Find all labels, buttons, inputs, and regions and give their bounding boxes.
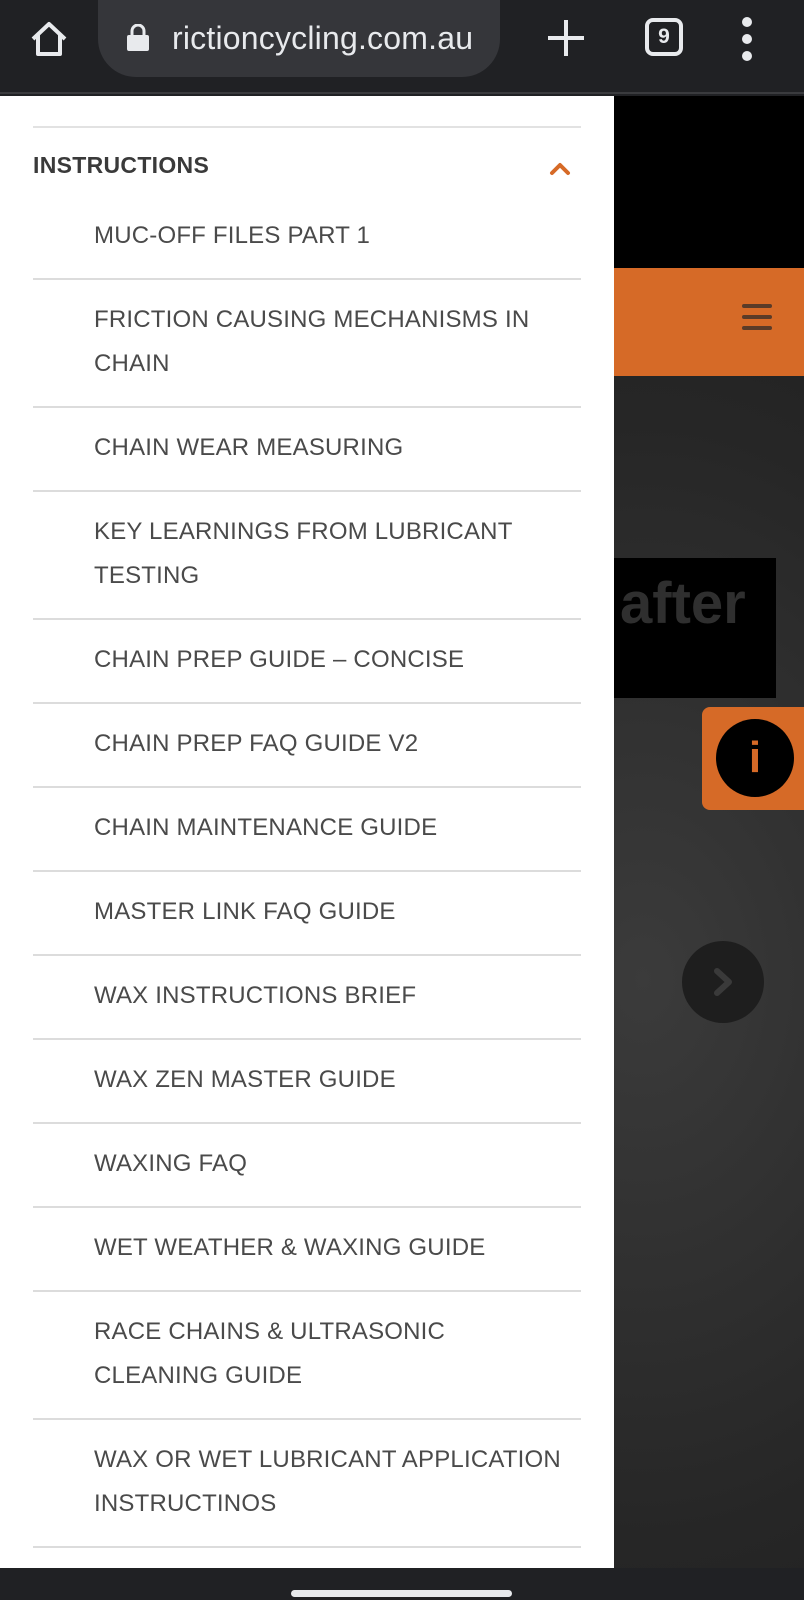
home-icon bbox=[31, 22, 67, 56]
home-gesture-handle[interactable] bbox=[291, 1590, 512, 1597]
menu-item-master-link-faq[interactable]: MASTER LINK FAQ GUIDE bbox=[33, 872, 581, 956]
menu-item-wax-or-wet-application[interactable]: WAX OR WET LUBRICANT APPLICATION INSTRUC… bbox=[33, 1420, 581, 1548]
home-button[interactable] bbox=[24, 14, 74, 64]
chevron-right-icon bbox=[714, 968, 732, 996]
info-icon: i bbox=[716, 719, 794, 797]
more-vert-icon[interactable] bbox=[732, 16, 762, 62]
tab-switcher-button[interactable]: 9 bbox=[645, 18, 683, 56]
menu-item-chain-prep-concise[interactable]: CHAIN PREP GUIDE – CONCISE bbox=[33, 620, 581, 704]
menu-item-waxing-faq[interactable]: WAXING FAQ bbox=[33, 1124, 581, 1208]
menu-item-key-learnings[interactable]: KEY LEARNINGS FROM LUBRICANT TESTING bbox=[33, 492, 581, 620]
divider bbox=[33, 126, 581, 128]
chevron-up-icon bbox=[550, 163, 570, 175]
menu-item-chain-prep-faq[interactable]: CHAIN PREP FAQ GUIDE V2 bbox=[33, 704, 581, 788]
slider-next-button[interactable] bbox=[682, 941, 764, 1023]
section-title: INSTRUCTIONS bbox=[33, 152, 210, 178]
menu-item-wet-weather-waxing[interactable]: WET WEATHER & WAXING GUIDE bbox=[33, 1208, 581, 1292]
menu-item-muc-off-files[interactable]: MUC-OFF FILES PART 1 bbox=[33, 214, 581, 280]
menu-item-race-chains-ultrasonic[interactable]: RACE CHAINS & ULTRASONIC CLEANING GUIDE bbox=[33, 1292, 581, 1420]
instructions-menu: MUC-OFF FILES PART 1 FRICTION CAUSING ME… bbox=[33, 214, 581, 1548]
info-button[interactable]: i bbox=[702, 707, 804, 810]
menu-item-wax-zen-master[interactable]: WAX ZEN MASTER GUIDE bbox=[33, 1040, 581, 1124]
menu-item-friction-mechanisms[interactable]: FRICTION CAUSING MECHANISMS IN CHAIN bbox=[33, 280, 581, 408]
gesture-bar bbox=[0, 1568, 804, 1600]
address-bar[interactable]: rictioncycling.com.au bbox=[98, 0, 500, 77]
menu-item-wax-instructions-brief[interactable]: WAX INSTRUCTIONS BRIEF bbox=[33, 956, 581, 1040]
browser-toolbar: rictioncycling.com.au 9 bbox=[0, 0, 804, 94]
hamburger-icon[interactable] bbox=[742, 304, 772, 330]
menu-item-chain-wear-measuring[interactable]: CHAIN WEAR MEASURING bbox=[33, 408, 581, 492]
lock-icon bbox=[127, 24, 149, 51]
menu-item-chain-maintenance[interactable]: CHAIN MAINTENANCE GUIDE bbox=[33, 788, 581, 872]
new-tab-button[interactable] bbox=[544, 16, 588, 60]
instructions-section-toggle[interactable]: INSTRUCTIONS bbox=[33, 146, 581, 188]
url-text: rictioncycling.com.au bbox=[172, 20, 474, 56]
nav-drawer: INSTRUCTIONS MUC-OFF FILES PART 1 FRICTI… bbox=[0, 96, 614, 1568]
hero-title: after bbox=[620, 571, 746, 636]
